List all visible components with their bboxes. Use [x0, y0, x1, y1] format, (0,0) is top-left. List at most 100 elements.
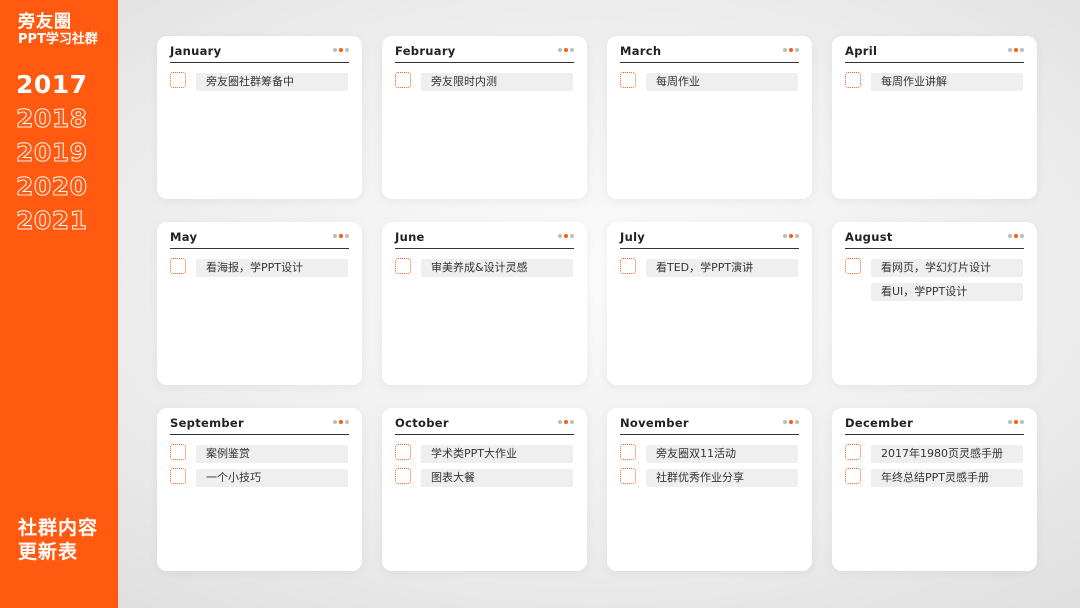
more-dots-icon[interactable] — [333, 234, 349, 238]
task-list: 每周作业 — [620, 72, 799, 96]
task-item: 每周作业讲解 — [845, 72, 1024, 92]
dot-icon — [795, 420, 799, 424]
more-dots-icon[interactable] — [558, 420, 574, 424]
task-item: 看TED，学PPT演讲 — [620, 258, 799, 278]
task-checkbox[interactable] — [170, 468, 186, 484]
task-checkbox[interactable] — [845, 258, 861, 274]
card-header: June — [395, 228, 574, 249]
card-header: May — [170, 228, 349, 249]
more-dots-icon[interactable] — [333, 48, 349, 52]
dot-icon — [558, 48, 562, 52]
dot-icon — [783, 48, 787, 52]
more-dots-icon[interactable] — [1008, 48, 1024, 52]
task-label: 每周作业讲解 — [871, 73, 1023, 91]
task-item: 图表大餐 — [395, 468, 574, 488]
month-card-august: August 看网页，学幻灯片设计 看UI，学PPT设计 — [832, 222, 1037, 385]
month-title: November — [620, 416, 689, 430]
brand-subtitle: PPT学习社群 — [18, 32, 98, 47]
month-title: March — [620, 44, 662, 58]
dot-icon — [1014, 234, 1018, 238]
month-card-december: December 2017年1980页灵感手册 年终总结PPT灵感手册 — [832, 408, 1037, 571]
task-checkbox[interactable] — [395, 258, 411, 274]
month-card-november: November 旁友圈双11活动社群优秀作业分享 — [607, 408, 812, 571]
task-checkbox[interactable] — [170, 258, 186, 274]
year-tab-2018[interactable]: 2018 — [16, 102, 88, 136]
month-card-february: February 旁友限时内测 — [382, 36, 587, 199]
task-list: 旁友圈双11活动社群优秀作业分享 — [620, 444, 799, 492]
task-list: 2017年1980页灵感手册 年终总结PPT灵感手册 — [845, 444, 1024, 492]
task-checkbox[interactable] — [845, 468, 861, 484]
task-item: 看网页，学幻灯片设计 — [845, 258, 1024, 278]
more-dots-icon[interactable] — [1008, 234, 1024, 238]
month-card-july: July 看TED，学PPT演讲 — [607, 222, 812, 385]
month-title: September — [170, 416, 244, 430]
dot-icon — [1008, 420, 1012, 424]
month-grid: January 旁友圈社群筹备中 February 旁友限时内测 March 每周作业 Ap… — [157, 36, 1038, 572]
task-label: 看UI，学PPT设计 — [871, 283, 1023, 301]
more-dots-icon[interactable] — [558, 48, 574, 52]
month-title: April — [845, 44, 878, 58]
more-dots-icon[interactable] — [783, 420, 799, 424]
year-tab-2019[interactable]: 2019 — [16, 136, 88, 170]
task-label: 看海报，学PPT设计 — [196, 259, 348, 277]
dot-icon — [339, 420, 343, 424]
task-checkbox[interactable] — [845, 72, 861, 88]
task-item: 旁友限时内测 — [395, 72, 574, 92]
more-dots-icon[interactable] — [1008, 420, 1024, 424]
task-item: 2017年1980页灵感手册 — [845, 444, 1024, 464]
task-checkbox[interactable] — [620, 444, 636, 460]
task-checkbox[interactable] — [170, 72, 186, 88]
dot-icon — [1020, 420, 1024, 424]
dot-icon — [1020, 234, 1024, 238]
task-checkbox[interactable] — [620, 258, 636, 274]
more-dots-icon[interactable] — [558, 234, 574, 238]
dot-icon — [795, 48, 799, 52]
task-list: 看TED，学PPT演讲 — [620, 258, 799, 282]
year-tab-2020[interactable]: 2020 — [16, 170, 88, 204]
brand-logo: 旁友圈 PPT学习社群 — [18, 12, 98, 48]
task-label: 社群优秀作业分享 — [646, 469, 798, 487]
card-header: March — [620, 42, 799, 63]
month-card-may: May 看海报，学PPT设计 — [157, 222, 362, 385]
task-checkbox[interactable] — [395, 72, 411, 88]
dot-icon — [345, 420, 349, 424]
dot-icon — [345, 48, 349, 52]
page-title: 社群内容 更新表 — [18, 516, 98, 564]
task-item: 学术类PPT大作业 — [395, 444, 574, 464]
month-card-september: September 案例鉴赏 一个小技巧 — [157, 408, 362, 571]
more-dots-icon[interactable] — [783, 48, 799, 52]
dot-icon — [570, 48, 574, 52]
year-tab-2021[interactable]: 2021 — [16, 204, 88, 238]
task-list: 审美养成&设计灵感 — [395, 258, 574, 282]
month-card-april: April 每周作业讲解 — [832, 36, 1037, 199]
task-checkbox[interactable] — [170, 444, 186, 460]
month-title: May — [170, 230, 198, 244]
task-checkbox[interactable] — [845, 444, 861, 460]
year-tab-2017[interactable]: 2017 — [16, 68, 88, 102]
task-checkbox[interactable] — [395, 444, 411, 460]
task-label: 旁友限时内测 — [421, 73, 573, 91]
task-label: 看TED，学PPT演讲 — [646, 259, 798, 277]
dot-icon — [333, 234, 337, 238]
more-dots-icon[interactable] — [783, 234, 799, 238]
more-dots-icon[interactable] — [333, 420, 349, 424]
page-title-line-2: 更新表 — [18, 541, 79, 563]
month-card-october: October 学术类PPT大作业 图表大餐 — [382, 408, 587, 571]
task-label: 审美养成&设计灵感 — [421, 259, 573, 277]
month-card-june: June 审美养成&设计灵感 — [382, 222, 587, 385]
task-checkbox[interactable] — [395, 468, 411, 484]
task-label: 案例鉴赏 — [196, 445, 348, 463]
dot-icon — [570, 420, 574, 424]
task-item: 旁友圈双11活动 — [620, 444, 799, 464]
dot-icon — [1008, 234, 1012, 238]
task-label: 每周作业 — [646, 73, 798, 91]
task-item: 看海报，学PPT设计 — [170, 258, 349, 278]
task-checkbox[interactable] — [620, 72, 636, 88]
card-header: February — [395, 42, 574, 63]
task-checkbox[interactable] — [620, 468, 636, 484]
task-list: 每周作业讲解 — [845, 72, 1024, 96]
task-item: 社群优秀作业分享 — [620, 468, 799, 488]
dot-icon — [333, 48, 337, 52]
year-nav: 2017 2018 2019 2020 2021 — [16, 68, 88, 238]
dot-icon — [1008, 48, 1012, 52]
